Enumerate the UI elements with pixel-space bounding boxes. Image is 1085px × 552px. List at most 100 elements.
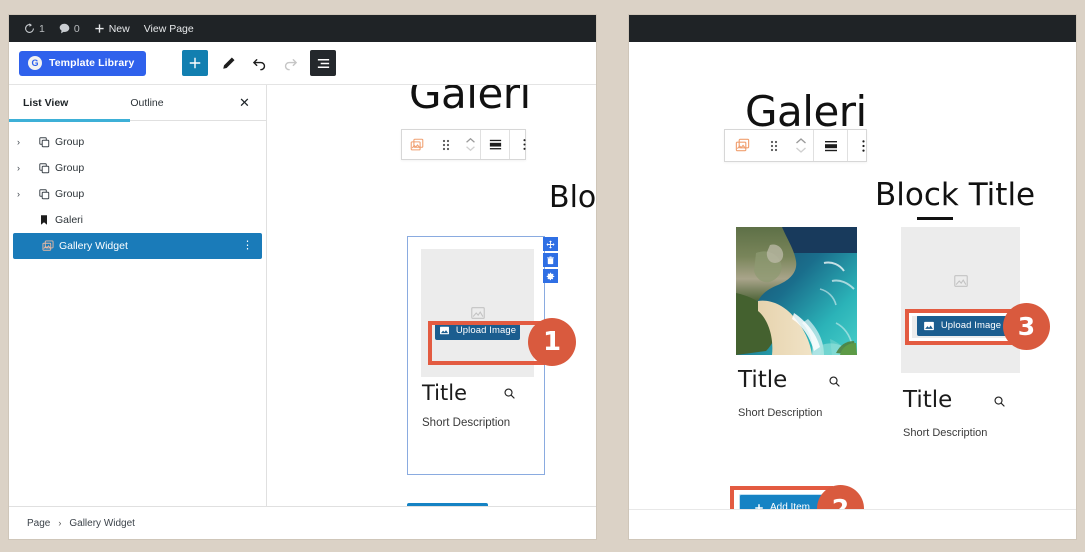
chevron-right-icon: › bbox=[58, 518, 62, 528]
list-item-label: Group bbox=[55, 162, 85, 174]
chevron-down-icon[interactable] bbox=[465, 145, 476, 152]
gear-icon bbox=[546, 272, 555, 281]
undo-button[interactable] bbox=[248, 50, 270, 76]
add-block-button[interactable] bbox=[182, 50, 209, 76]
screenshot-stage: 1 0 New View Page G Template Library Lis… bbox=[0, 0, 1085, 552]
align-button[interactable] bbox=[481, 130, 509, 159]
left-editor-window: 1 0 New View Page G Template Library Lis… bbox=[8, 14, 597, 540]
left-editor-canvas: Galeri Blo Upload Image Title Short Desc… bbox=[267, 85, 596, 506]
chevron-down-icon[interactable] bbox=[795, 146, 807, 154]
gallery-widget-icon bbox=[734, 137, 751, 154]
wp-admin-bar: 1 0 New View Page bbox=[9, 15, 596, 42]
block-toolbar-group-align bbox=[481, 130, 510, 159]
block-toolbar-group-left bbox=[402, 130, 481, 159]
block-toolbar-group-options bbox=[848, 130, 878, 161]
list-item-gallery-widget[interactable]: Gallery Widget ⋮ bbox=[13, 233, 262, 259]
list-item[interactable]: › Group bbox=[9, 155, 266, 181]
align-full-width-icon bbox=[823, 138, 839, 154]
magnifier-icon[interactable] bbox=[828, 375, 841, 388]
block-title: Block Title bbox=[549, 180, 596, 215]
template-library-button[interactable]: G Template Library bbox=[19, 50, 147, 76]
block-type-button[interactable] bbox=[725, 131, 759, 160]
more-options-vertical-icon bbox=[522, 137, 527, 152]
card-description: Short Description bbox=[422, 417, 511, 429]
list-item-label: Group bbox=[55, 136, 85, 148]
edit-mode-button[interactable] bbox=[217, 50, 239, 76]
drag-handle-button[interactable] bbox=[432, 130, 460, 159]
adminbar-view-page-label: View Page bbox=[143, 22, 194, 35]
list-item[interactable]: › Group bbox=[9, 129, 266, 155]
group-block-icon bbox=[33, 162, 55, 175]
tab-outline[interactable]: Outline bbox=[130, 85, 163, 121]
tab-outline-label: Outline bbox=[130, 96, 164, 109]
move-item-button[interactable] bbox=[543, 237, 558, 251]
card-image-box[interactable] bbox=[421, 249, 534, 377]
block-toolbar-group-options bbox=[510, 130, 538, 159]
add-item-button[interactable]: Add Item bbox=[739, 494, 825, 509]
page-headline: Galeri bbox=[409, 85, 531, 118]
image-placeholder-icon bbox=[470, 305, 486, 321]
more-options-vertical-icon[interactable]: ⋮ bbox=[242, 240, 253, 252]
annotation-badge-1: 1 bbox=[528, 318, 576, 366]
right-editor-canvas: Galeri Block Title Title Short Descripti… bbox=[629, 59, 1076, 509]
block-toolbar bbox=[401, 129, 526, 160]
right-preview-window: Galeri Block Title Title Short Descripti… bbox=[628, 14, 1077, 540]
breadcrumb-item-page[interactable]: Page bbox=[27, 518, 50, 529]
gallery-card-two[interactable]: Upload Image Title Short Description bbox=[901, 227, 1031, 467]
list-item[interactable]: Galeri bbox=[9, 207, 266, 233]
plus-icon bbox=[94, 23, 105, 34]
block-type-button[interactable] bbox=[402, 130, 432, 159]
tab-list-view-label: List View bbox=[23, 96, 69, 109]
block-options-button[interactable] bbox=[510, 130, 538, 159]
annotation-badge-3: 3 bbox=[1003, 303, 1050, 350]
upload-image-button[interactable]: Upload Image bbox=[435, 321, 520, 340]
card-image-box[interactable] bbox=[901, 227, 1020, 373]
right-footer-bar bbox=[629, 509, 1076, 539]
list-view-dock: List View Outline ✕ › Group › Group › Gr… bbox=[9, 85, 267, 506]
group-block-icon bbox=[33, 188, 55, 201]
close-icon[interactable]: ✕ bbox=[237, 95, 252, 110]
adminbar-updates[interactable]: 1 bbox=[17, 15, 52, 42]
list-view-toggle-button[interactable] bbox=[310, 50, 337, 76]
settings-item-button[interactable] bbox=[543, 269, 558, 283]
card-title: Title bbox=[738, 367, 788, 393]
block-toolbar bbox=[724, 129, 867, 162]
coastal-cliff-beach-photo bbox=[736, 227, 857, 355]
bookmark-icon bbox=[33, 214, 55, 226]
list-item[interactable]: › Group bbox=[9, 181, 266, 207]
block-mover bbox=[789, 131, 813, 160]
adminbar-comments[interactable]: 0 bbox=[52, 15, 87, 42]
block-options-button[interactable] bbox=[848, 131, 878, 160]
align-button[interactable] bbox=[814, 131, 847, 160]
card-title: Title bbox=[903, 387, 953, 413]
block-mover bbox=[460, 130, 480, 159]
more-options-vertical-icon bbox=[861, 138, 866, 154]
update-count: 1 bbox=[39, 22, 45, 35]
breadcrumb-item-gallery-widget[interactable]: Gallery Widget bbox=[69, 518, 135, 529]
tab-list-view[interactable]: List View bbox=[9, 85, 132, 122]
chevron-right-icon[interactable]: › bbox=[17, 189, 33, 199]
gallery-card[interactable]: Upload Image Title Short Description bbox=[407, 236, 545, 475]
block-title-underline bbox=[917, 217, 953, 220]
comment-count: 0 bbox=[73, 22, 80, 35]
redo-button[interactable] bbox=[279, 50, 301, 76]
editor-toolbar: G Template Library bbox=[9, 42, 596, 85]
breadcrumb: Page › Gallery Widget bbox=[9, 506, 596, 539]
chevron-up-icon[interactable] bbox=[465, 137, 476, 144]
image-upload-icon bbox=[439, 325, 450, 336]
chevron-right-icon[interactable]: › bbox=[17, 137, 33, 147]
align-full-width-icon bbox=[488, 137, 503, 152]
template-library-label: Template Library bbox=[49, 57, 135, 69]
adminbar-new[interactable]: New bbox=[87, 15, 137, 42]
upload-image-button[interactable]: Upload Image bbox=[917, 315, 1007, 336]
drag-handle-icon bbox=[441, 138, 451, 152]
delete-item-button[interactable] bbox=[543, 253, 558, 267]
drag-handle-button[interactable] bbox=[759, 131, 789, 160]
gallery-card-one[interactable]: Title Short Description bbox=[736, 227, 866, 467]
chevron-up-icon[interactable] bbox=[795, 137, 807, 145]
magnifier-icon[interactable] bbox=[993, 395, 1006, 408]
adminbar-view-page[interactable]: View Page bbox=[137, 15, 201, 42]
chevron-right-icon[interactable]: › bbox=[17, 163, 33, 173]
gallery-widget-icon bbox=[409, 137, 425, 153]
magnifier-icon[interactable] bbox=[503, 387, 516, 400]
